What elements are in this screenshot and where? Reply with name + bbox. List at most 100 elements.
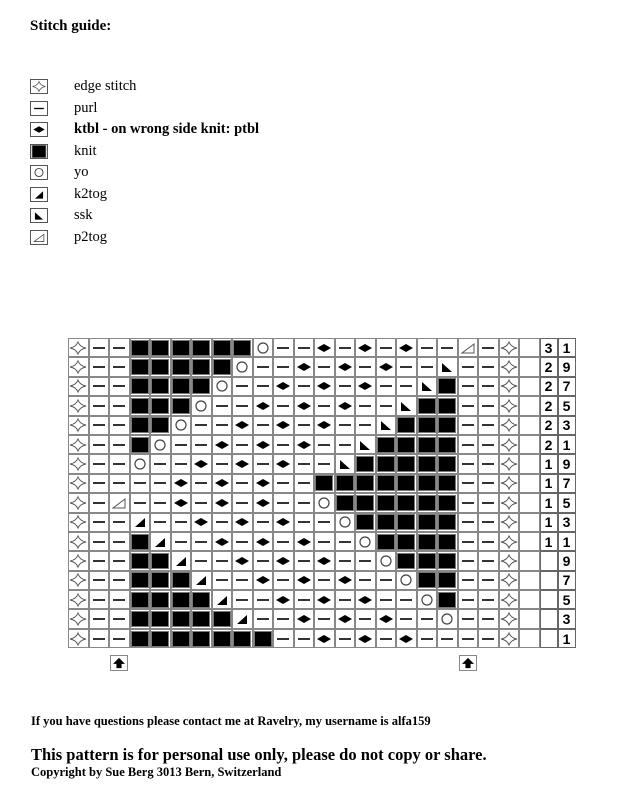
edge-stitch-icon xyxy=(500,592,517,608)
ktbl-diamond-icon xyxy=(337,576,352,585)
purl-cell xyxy=(355,396,376,416)
purl-cell xyxy=(273,434,294,455)
purl-icon xyxy=(215,463,228,465)
chart-row: 31 xyxy=(68,338,576,358)
purl-icon xyxy=(236,443,249,446)
knit-square-icon xyxy=(438,552,457,569)
row-number-digit: 1 xyxy=(557,628,576,649)
k2tog-icon xyxy=(30,186,48,202)
knit-square-icon xyxy=(417,572,436,589)
knit-square-cell xyxy=(355,512,376,532)
knit-square-cell xyxy=(416,454,437,474)
purl-cell xyxy=(457,357,478,377)
blank-cell xyxy=(519,434,540,455)
knit-square-cell xyxy=(396,512,417,532)
ktbl-diamond-icon xyxy=(337,615,352,624)
chart-row: 5 xyxy=(68,590,576,610)
knit-square-cell xyxy=(170,376,191,397)
purl-cell xyxy=(211,551,232,571)
knit-square-cell xyxy=(211,357,232,377)
pattern-page: Stitch guide: edge stitch purl ktbl - on w… xyxy=(0,0,625,800)
purl-cell xyxy=(478,454,499,474)
ktbl-diamond-cell xyxy=(211,531,232,552)
ktbl-diamond-icon xyxy=(317,343,332,352)
purl-icon xyxy=(338,560,351,562)
ktbl-diamond-icon xyxy=(296,615,311,624)
purl-icon xyxy=(379,598,392,601)
knit-square-icon xyxy=(130,572,149,589)
chart-row: 3 xyxy=(68,609,576,629)
knit-square-icon xyxy=(171,359,190,376)
knit-square-icon xyxy=(151,359,170,376)
purl-cell xyxy=(478,376,499,397)
knit-square-cell xyxy=(375,512,396,532)
knit-square-cell xyxy=(150,357,171,377)
purl-icon xyxy=(92,385,105,388)
row-number: 3 xyxy=(539,609,576,629)
ktbl-diamond-icon xyxy=(378,363,393,372)
purl-cell xyxy=(293,454,314,474)
yo-circle-icon xyxy=(400,574,412,586)
k2tog-icon xyxy=(155,537,166,547)
yo-circle-icon xyxy=(134,458,146,470)
knit-square-cell xyxy=(396,551,417,571)
edge-stitch-icon xyxy=(500,553,517,569)
edge-stitch-cell xyxy=(498,590,519,610)
blank-cell xyxy=(519,493,540,513)
p2tog-icon xyxy=(460,342,475,354)
ssk-cell xyxy=(437,357,458,377)
purl-cell xyxy=(273,473,294,494)
knit-square-cell xyxy=(150,376,171,397)
edge-stitch-cell xyxy=(68,396,89,416)
legend-label: purl xyxy=(74,99,98,116)
ktbl-diamond-cell xyxy=(334,609,355,629)
ktbl-diamond-cell xyxy=(293,396,314,416)
purl-icon xyxy=(92,540,105,543)
knit-square-cell xyxy=(191,376,212,397)
ssk-icon xyxy=(339,460,350,470)
edge-stitch-icon xyxy=(500,573,517,588)
ktbl-diamond-cell xyxy=(191,454,212,474)
legend-item: purl xyxy=(30,98,259,120)
purl-icon xyxy=(113,579,126,582)
purl-cell xyxy=(314,396,335,416)
edge-stitch-cell xyxy=(498,531,519,552)
edge-stitch-icon xyxy=(500,417,517,433)
edge-stitch-cell xyxy=(68,454,89,474)
purl-cell xyxy=(334,590,355,610)
purl-icon xyxy=(359,560,372,562)
knit-square-cell xyxy=(416,493,437,513)
row-number-digit xyxy=(539,609,558,629)
chart-row: 19 xyxy=(68,454,576,474)
purl-icon xyxy=(482,463,495,465)
purl-cell xyxy=(334,628,355,649)
edge-stitch-icon xyxy=(500,437,517,452)
purl-icon xyxy=(482,443,495,446)
k2tog-cell xyxy=(170,551,191,571)
knit-square-icon xyxy=(130,417,149,434)
purl-cell xyxy=(88,570,109,591)
ktbl-diamond-icon xyxy=(255,498,270,507)
purl-icon xyxy=(461,579,474,582)
purl-icon xyxy=(461,366,474,368)
row-number-digit: 1 xyxy=(557,338,576,358)
purl-cell xyxy=(355,609,376,629)
purl-cell xyxy=(478,512,499,532)
purl-icon xyxy=(113,540,126,543)
purl-icon xyxy=(195,540,208,543)
row-number-digit: 3 xyxy=(557,415,576,435)
yo-circle-icon xyxy=(175,419,187,431)
edge-stitch-icon xyxy=(70,476,87,491)
knit-square-icon xyxy=(397,475,416,492)
purl-icon xyxy=(277,366,290,368)
ktbl-diamond-cell xyxy=(293,357,314,377)
ktbl-diamond-cell xyxy=(334,570,355,591)
knit-square-cell xyxy=(170,338,191,358)
purl-cell xyxy=(334,415,355,435)
edge-stitch-cell xyxy=(498,376,519,397)
knit-square-cell xyxy=(334,493,355,513)
yo-circle-icon xyxy=(236,361,248,373)
purl-icon xyxy=(318,463,331,465)
knit-square-cell xyxy=(170,396,191,416)
purl-cell xyxy=(232,396,253,416)
